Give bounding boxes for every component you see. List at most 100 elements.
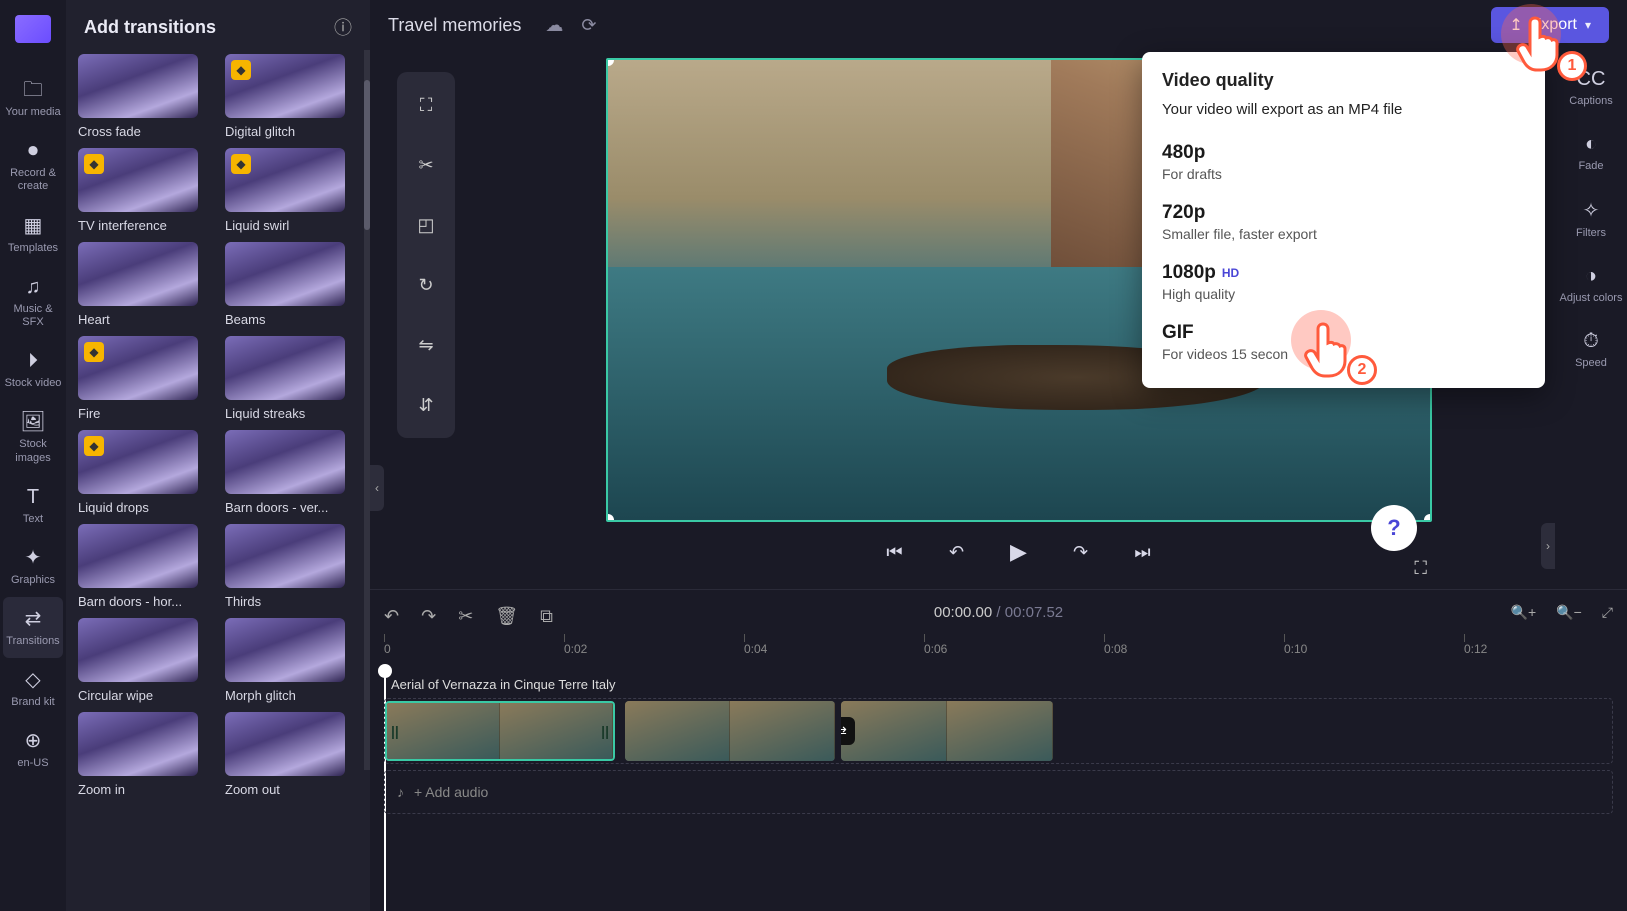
transition-label: Morph glitch bbox=[225, 688, 358, 706]
preview-tools: ⛶ ✂ ◰ ↻ ⇋ ⇵ bbox=[370, 58, 482, 589]
timeline-ruler[interactable]: 00:020:040:060:080:100:12 bbox=[384, 642, 1627, 672]
clip-1[interactable]: || || bbox=[385, 701, 615, 761]
rail-locale[interactable]: ⊕en-US bbox=[3, 719, 63, 780]
undo-cloud-icon[interactable]: ☁ bbox=[545, 15, 563, 36]
rail-label: Graphics bbox=[11, 574, 55, 587]
video-track[interactable]: Aerial of Vernazza in Cinque Terre Italy… bbox=[384, 698, 1613, 764]
clip-handle-left[interactable]: || bbox=[391, 723, 399, 739]
undo-button[interactable]: ↶ bbox=[384, 606, 399, 627]
rotate-icon[interactable]: ↻ bbox=[403, 262, 449, 308]
crop-icon[interactable]: ✂ bbox=[403, 142, 449, 188]
split-button[interactable]: ✂ bbox=[458, 606, 473, 627]
upload-icon: ↥ bbox=[1509, 15, 1522, 35]
right-rail: CCCaptions ◐Fade ✧Filters ◑Adjust colors… bbox=[1555, 58, 1627, 589]
rail-your-media[interactable]: 🗀Your media bbox=[3, 68, 63, 129]
export-label: Export bbox=[1531, 16, 1577, 34]
transition-zoom-out[interactable]: Zoom out bbox=[225, 712, 358, 800]
transition-digital-glitch[interactable]: ◆Digital glitch bbox=[225, 54, 358, 142]
rr-captions[interactable]: CCCaptions bbox=[1569, 62, 1612, 113]
next-frame-button[interactable]: ⏭ bbox=[1129, 538, 1157, 566]
clip-handle-right[interactable]: || bbox=[601, 723, 609, 739]
zoom-fit-button[interactable]: ⤢ bbox=[1602, 604, 1613, 621]
playback-controls: ⏮ ↶ ▶ ↷ ⏭ bbox=[881, 538, 1157, 566]
rail-transitions[interactable]: ⇄Transitions bbox=[3, 597, 63, 658]
transition-label: Barn doors - ver... bbox=[225, 500, 358, 518]
zoom-out-button[interactable]: 🔍− bbox=[1556, 604, 1582, 621]
rr-adjust-colors[interactable]: ◑Adjust colors bbox=[1560, 259, 1623, 310]
clip-2[interactable] bbox=[625, 701, 835, 761]
transition-label: Zoom in bbox=[78, 782, 211, 800]
rail-graphics[interactable]: ✦ Graphics bbox=[3, 536, 63, 597]
quality-option-720p[interactable]: 720pSmaller file, faster export bbox=[1162, 192, 1525, 252]
fullscreen-button[interactable]: ⛶ bbox=[1414, 558, 1427, 579]
flip-h-icon[interactable]: ⇋ bbox=[403, 322, 449, 368]
timeline: ↶ ↷ ✂ 🗑 ⧉ 00:00.00 / 00:07.52 🔍+ 🔍− ⤢ 00… bbox=[370, 589, 1627, 911]
transition-barn-doors-ver-[interactable]: Barn doors - ver... bbox=[225, 430, 358, 518]
rail-label: Templates bbox=[8, 242, 58, 255]
clip-3[interactable]: ⇄ bbox=[841, 701, 1053, 761]
app-logo[interactable] bbox=[12, 8, 54, 50]
quality-option-1080p[interactable]: 1080pHDHigh quality bbox=[1162, 252, 1525, 312]
transition-label: Liquid streaks bbox=[225, 406, 358, 424]
play-button[interactable]: ▶ bbox=[1005, 538, 1033, 566]
ruler-tick: 0:02 bbox=[564, 642, 587, 656]
zoom-in-button[interactable]: 🔍+ bbox=[1511, 604, 1537, 621]
fit-icon[interactable]: ⛶ bbox=[403, 82, 449, 128]
premium-badge-icon: ◆ bbox=[231, 60, 251, 80]
rail-stock-video[interactable]: ⏵Stock video bbox=[3, 339, 63, 400]
rail-stock-images[interactable]: 🖼Stock images bbox=[3, 400, 63, 474]
rail-label: Record & create bbox=[3, 167, 63, 193]
captions-icon: CC bbox=[1577, 68, 1606, 91]
delete-button[interactable]: 🗑 bbox=[495, 606, 518, 627]
pip-icon[interactable]: ◰ bbox=[403, 202, 449, 248]
prev-frame-button[interactable]: ⏮ bbox=[881, 538, 909, 566]
transition-morph-glitch[interactable]: Morph glitch bbox=[225, 618, 358, 706]
quality-option-480p[interactable]: 480pFor drafts bbox=[1162, 132, 1525, 192]
rr-speed[interactable]: ⏱Speed bbox=[1575, 324, 1607, 375]
rail-text[interactable]: TText bbox=[3, 475, 63, 536]
transition-beams[interactable]: Beams bbox=[225, 242, 358, 330]
export-button[interactable]: ↥ Export ▾ bbox=[1491, 7, 1609, 43]
transition-barn-doors-hor-[interactable]: Barn doors - hor... bbox=[78, 524, 211, 612]
quality-option-gif[interactable]: GIFFor videos 15 secon bbox=[1162, 312, 1525, 372]
hd-badge: HD bbox=[1222, 266, 1239, 280]
transition-label: Barn doors - hor... bbox=[78, 594, 211, 612]
sync-off-icon[interactable]: ⟳ bbox=[581, 15, 596, 36]
transition-thirds[interactable]: Thirds bbox=[225, 524, 358, 612]
transition-cross-fade[interactable]: Cross fade bbox=[78, 54, 211, 142]
project-title[interactable]: Travel memories bbox=[388, 15, 521, 36]
rail-music-sfx[interactable]: ♫Music & SFX bbox=[3, 265, 63, 339]
transition-heart[interactable]: Heart bbox=[78, 242, 211, 330]
transition-label: Liquid drops bbox=[78, 500, 211, 518]
resize-handle-tl[interactable] bbox=[606, 58, 614, 66]
transition-badge-icon[interactable]: ⇄ bbox=[841, 717, 855, 745]
ruler-tick: 0:06 bbox=[924, 642, 947, 656]
rail-templates[interactable]: ▦Templates bbox=[3, 204, 63, 265]
quality-desc: For videos 15 secon bbox=[1162, 346, 1525, 362]
transition-fire[interactable]: ◆Fire bbox=[78, 336, 211, 424]
graphics-icon: ✦ bbox=[25, 546, 42, 570]
rr-fade[interactable]: ◐Fade bbox=[1578, 127, 1603, 178]
rail-brand-kit[interactable]: ◇Brand kit bbox=[3, 658, 63, 719]
transition-circular-wipe[interactable]: Circular wipe bbox=[78, 618, 211, 706]
duplicate-button[interactable]: ⧉ bbox=[540, 606, 553, 627]
transition-tv-interference[interactable]: ◆TV interference bbox=[78, 148, 211, 236]
transition-zoom-in[interactable]: Zoom in bbox=[78, 712, 211, 800]
back-5s-button[interactable]: ↶ bbox=[943, 538, 971, 566]
transition-label: Heart bbox=[78, 312, 211, 330]
redo-button[interactable]: ↷ bbox=[421, 606, 436, 627]
premium-badge-icon: ◆ bbox=[84, 436, 104, 456]
flip-v-icon[interactable]: ⇵ bbox=[403, 382, 449, 428]
transition-liquid-streaks[interactable]: Liquid streaks bbox=[225, 336, 358, 424]
resize-handle-bl[interactable] bbox=[606, 514, 614, 522]
resize-handle-br[interactable] bbox=[1424, 514, 1432, 522]
rail-record-create[interactable]: ⏺Record & create bbox=[3, 129, 63, 203]
transition-liquid-drops[interactable]: ◆ Liquid drops bbox=[78, 430, 211, 518]
collapse-panel-right[interactable]: › bbox=[1541, 523, 1555, 569]
help-fab[interactable]: ? bbox=[1371, 505, 1417, 551]
fwd-5s-button[interactable]: ↷ bbox=[1067, 538, 1095, 566]
help-icon[interactable]: ⓘ bbox=[334, 14, 352, 40]
audio-track[interactable]: ♪ + Add audio bbox=[384, 770, 1613, 814]
rr-filters[interactable]: ✧Filters bbox=[1576, 192, 1606, 245]
transition-liquid-swirl[interactable]: ◆Liquid swirl bbox=[225, 148, 358, 236]
